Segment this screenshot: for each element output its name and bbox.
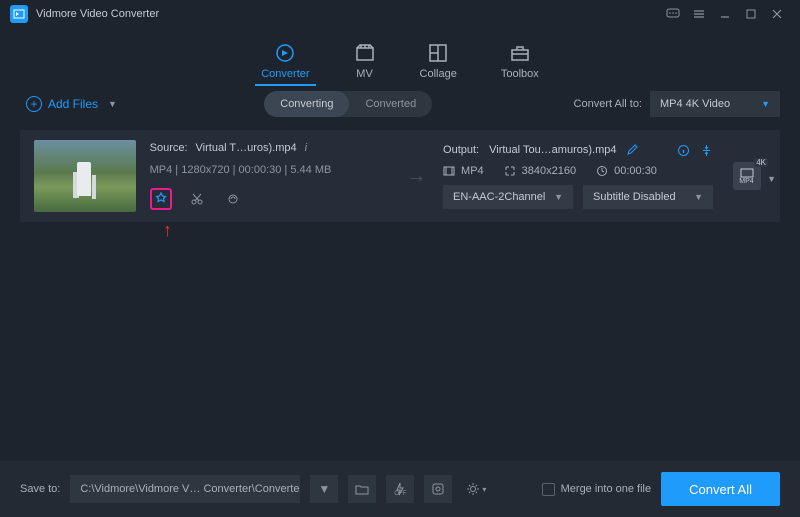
clock-icon — [596, 165, 608, 177]
add-files-label: Add Files — [48, 97, 98, 111]
rename-icon[interactable] — [626, 144, 638, 156]
video-thumbnail[interactable] — [34, 140, 136, 212]
subtitle-select[interactable]: Subtitle Disabled▼ — [583, 185, 713, 209]
feedback-icon[interactable] — [660, 4, 686, 24]
info-output-icon[interactable] — [677, 144, 690, 157]
tab-label: MV — [356, 68, 373, 80]
info-icon[interactable]: i — [305, 142, 307, 154]
file-item: Source: Virtual T…uros).mp4 i MP4 | 1280… — [20, 130, 780, 222]
tab-label: Collage — [420, 68, 457, 80]
source-label: Source: — [150, 142, 188, 154]
toolbox-icon — [509, 42, 531, 64]
mv-icon — [354, 42, 376, 64]
checkbox-icon — [542, 483, 555, 496]
converted-tab[interactable]: Converted — [349, 91, 432, 117]
maximize-icon[interactable] — [738, 4, 764, 24]
trim-button[interactable] — [186, 188, 208, 210]
converter-icon — [274, 42, 296, 64]
menu-icon[interactable] — [686, 4, 712, 24]
collage-icon — [427, 42, 449, 64]
output-format-select[interactable]: MP4 4K Video ▼ — [650, 91, 780, 117]
convert-all-button[interactable]: Convert All — [661, 472, 780, 506]
compress-icon[interactable] — [700, 144, 713, 157]
save-to-label: Save to: — [20, 483, 60, 495]
edit-effects-button[interactable] — [150, 188, 172, 210]
film-icon — [443, 165, 455, 177]
format-value: MP4 4K Video — [660, 98, 730, 110]
open-folder-button[interactable] — [348, 475, 376, 503]
output-profile-button[interactable]: 4K MP4 ▼ — [727, 162, 766, 190]
settings-button[interactable]: ▾ — [462, 475, 490, 503]
add-files-button[interactable]: + Add Files ▼ — [20, 92, 123, 116]
chevron-down-icon: ▼ — [761, 99, 770, 109]
hw-accel-button[interactable]: OFF — [386, 475, 414, 503]
out-duration: 00:00:30 — [614, 165, 657, 177]
tab-mv[interactable]: MV — [354, 42, 376, 86]
chevron-down-icon: ▼ — [108, 99, 117, 109]
output-label: Output: — [443, 144, 479, 156]
app-logo — [10, 5, 28, 23]
app-title: Vidmore Video Converter — [36, 8, 159, 20]
close-icon[interactable] — [764, 4, 790, 24]
save-path-field[interactable]: C:\Vidmore\Vidmore V… Converter\Converte… — [70, 475, 300, 503]
plus-icon: + — [26, 96, 42, 112]
merge-label: Merge into one file — [561, 483, 652, 495]
out-resolution: 3840x2160 — [522, 165, 576, 177]
tab-toolbox[interactable]: Toolbox — [501, 42, 539, 86]
tab-collage[interactable]: Collage — [420, 42, 457, 86]
source-meta: MP4 | 1280x720 | 00:00:30 | 5.44 MB — [150, 164, 390, 176]
audio-select[interactable]: EN-AAC-2Channel▼ — [443, 185, 573, 209]
arrow-icon: → — [404, 165, 429, 188]
chevron-down-icon: ▼ — [767, 174, 776, 184]
merge-checkbox[interactable]: Merge into one file — [542, 483, 652, 496]
tab-label: Toolbox — [501, 68, 539, 80]
converting-tab[interactable]: Converting — [264, 91, 349, 117]
source-filename: Virtual T…uros).mp4 — [196, 142, 297, 154]
convert-all-label: Convert All to: — [574, 98, 642, 110]
annotation-arrow: ↑ — [163, 220, 172, 241]
task-settings-button[interactable] — [424, 475, 452, 503]
path-dropdown-button[interactable]: ▼ — [310, 475, 338, 503]
out-format: MP4 — [461, 165, 484, 177]
tab-label: Converter — [261, 68, 309, 80]
enhance-button[interactable] — [222, 188, 244, 210]
quality-badge: 4K — [754, 158, 768, 167]
minimize-icon[interactable] — [712, 4, 738, 24]
expand-icon — [504, 165, 516, 177]
tab-converter[interactable]: Converter — [261, 42, 309, 86]
status-toggle: Converting Converted — [264, 91, 432, 117]
output-filename: Virtual Tou…amuros).mp4 — [489, 144, 616, 156]
